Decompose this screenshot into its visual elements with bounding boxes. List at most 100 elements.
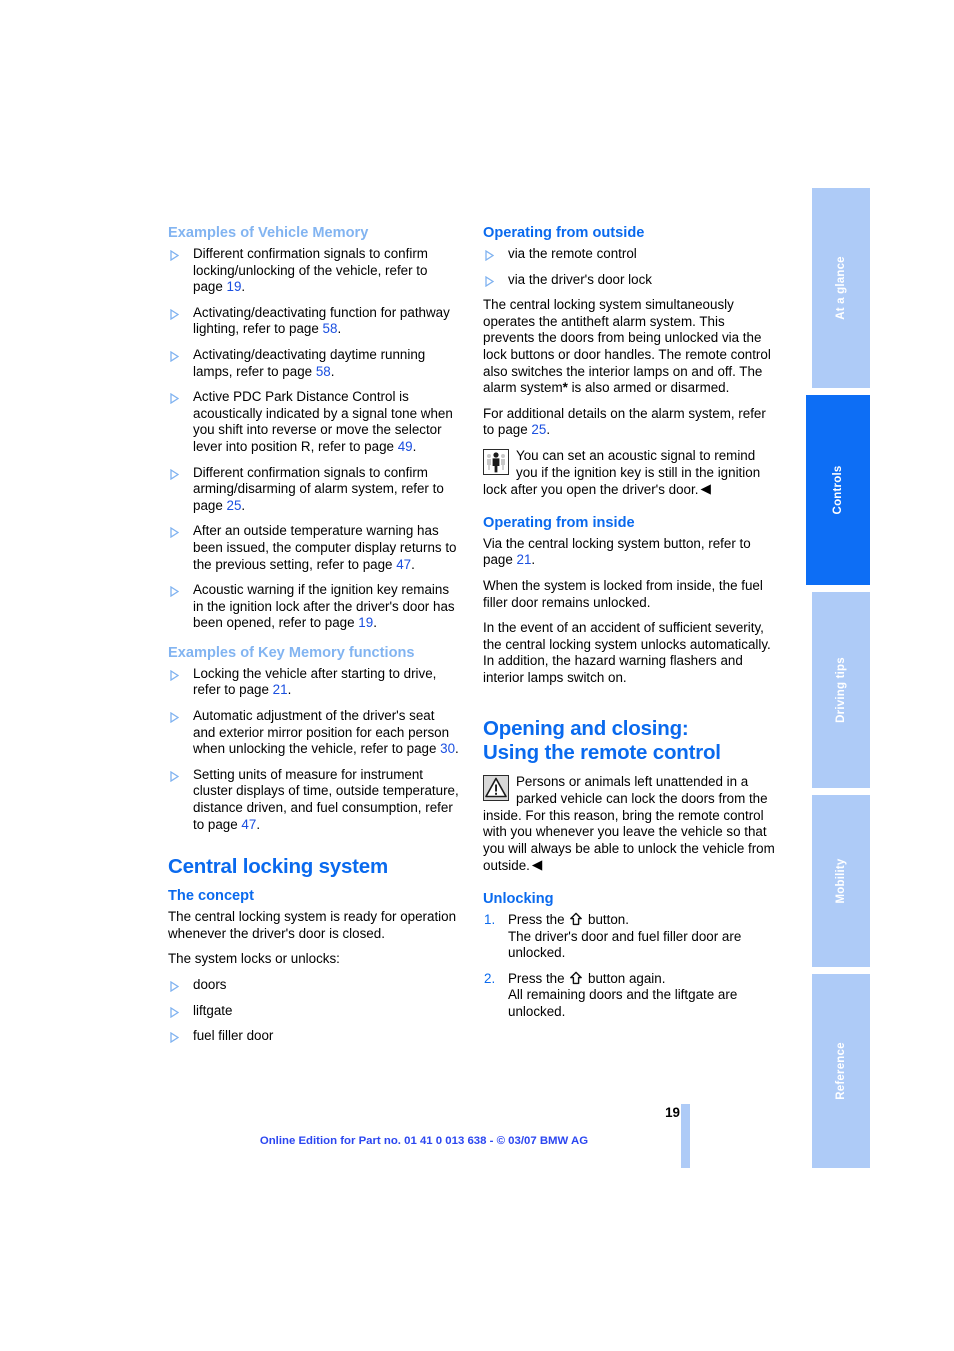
heading-operating-from-outside: Operating from outside bbox=[483, 225, 645, 241]
paragraph-tail: . bbox=[531, 552, 536, 568]
list-item-text: via the driver's door lock bbox=[508, 271, 652, 287]
footer-edition-text: Online Edition for Part no. 01 41 0 013 … bbox=[259, 1135, 589, 1147]
page-reference[interactable]: 21 bbox=[273, 682, 288, 697]
bullet-triangle-icon bbox=[170, 350, 180, 363]
note-text: You can set an acoustic signal to remind… bbox=[483, 447, 761, 498]
unlock-arrow-icon bbox=[569, 912, 583, 926]
page-reference[interactable]: 21 bbox=[517, 552, 532, 567]
occupants-pictogram-icon bbox=[483, 448, 509, 475]
bullet-triangle-icon bbox=[170, 249, 180, 262]
warning-end-marker: ◀ bbox=[531, 857, 543, 873]
list-item-text: Automatic adjustment of the driver's sea… bbox=[193, 708, 450, 757]
heading-operating-from-inside: Operating from inside bbox=[483, 514, 635, 531]
tab-mobility-label: Mobility bbox=[835, 858, 847, 904]
page-reference[interactable]: 30 bbox=[440, 741, 455, 756]
list-item: Automatic adjustment of the driver's sea… bbox=[168, 708, 460, 758]
list-item-text-tail: . bbox=[287, 682, 292, 698]
operating-inside-paragraph-2: When the system is locked from inside, t… bbox=[483, 577, 763, 610]
page-reference[interactable]: 19 bbox=[358, 615, 373, 630]
list-item-text-tail: . bbox=[337, 321, 342, 337]
tab-driving-tips[interactable]: Driving tips bbox=[812, 592, 870, 788]
list-item: After an outside temperature warning has… bbox=[168, 523, 460, 573]
list-item: via the driver's door lock bbox=[483, 272, 775, 289]
unlocking-steps: 1. Press the button. The driver's door an… bbox=[483, 912, 775, 1021]
list-item-text-tail: . bbox=[411, 556, 415, 572]
list-item-text-tail: . bbox=[412, 438, 417, 454]
step-text-after: button. bbox=[584, 912, 629, 928]
concept-paragraph-1: The central locking system is ready for … bbox=[168, 909, 457, 941]
heading-the-concept: The concept bbox=[168, 888, 254, 905]
list-item-text: Acoustic warning if the ignition key rem… bbox=[193, 582, 455, 631]
unlock-arrow-icon bbox=[569, 971, 583, 985]
vehicle-memory-list: Different confirmation signals to confir… bbox=[168, 246, 460, 632]
footer-accent-bar bbox=[681, 1104, 690, 1168]
list-item: via the remote control bbox=[483, 246, 775, 263]
step-text-before: Press the bbox=[508, 970, 569, 986]
list-item: Setting units of measure for instrument … bbox=[168, 767, 460, 833]
page-reference[interactable]: 47 bbox=[396, 557, 411, 572]
page-reference[interactable]: 25 bbox=[531, 422, 546, 437]
bullet-triangle-icon bbox=[485, 249, 495, 262]
list-item: Different confirmation signals to confir… bbox=[168, 465, 460, 515]
step-number: 1. bbox=[484, 912, 496, 928]
list-item-text: Activating/deactivating daytime running … bbox=[193, 346, 426, 379]
page-reference[interactable]: 49 bbox=[398, 439, 413, 454]
warning-text: Persons or animals left unattended in a … bbox=[483, 774, 775, 874]
list-item: liftgate bbox=[168, 1003, 460, 1020]
operating-inside-paragraph-3: In the event of an accident of sufficien… bbox=[483, 620, 771, 685]
list-item-text-tail: . bbox=[241, 279, 246, 295]
title-line-2: Using the remote control bbox=[483, 741, 721, 765]
paragraph-tail: . bbox=[546, 422, 551, 438]
tab-mobility[interactable]: Mobility bbox=[812, 795, 870, 967]
page-reference[interactable]: 19 bbox=[227, 279, 242, 294]
list-item: Activating/deactivating daytime running … bbox=[168, 347, 460, 380]
tab-reference-label: Reference bbox=[835, 1042, 847, 1100]
page-reference[interactable]: 58 bbox=[316, 364, 331, 379]
list-item: Different confirmation signals to confir… bbox=[168, 246, 460, 296]
tab-controls[interactable]: Controls bbox=[806, 395, 870, 585]
warning-triangle-icon bbox=[483, 775, 509, 802]
step-detail: The driver's door and fuel filler door a… bbox=[508, 928, 742, 961]
tab-controls-label: Controls bbox=[832, 465, 844, 515]
page-reference[interactable]: 25 bbox=[227, 498, 242, 513]
right-text-column: Operating from outside via the remote co… bbox=[483, 225, 775, 1021]
list-item-text: Locking the vehicle after starting to dr… bbox=[193, 665, 437, 698]
page-title-central-locking: Central locking system bbox=[168, 855, 389, 879]
tab-driving-tips-label: Driving tips bbox=[835, 657, 847, 723]
section-tab-strip: At a glance Controls Driving tips Mobili… bbox=[806, 188, 870, 1168]
tab-reference[interactable]: Reference bbox=[812, 974, 870, 1168]
list-item-text: via the remote control bbox=[508, 246, 637, 261]
list-item-text: doors bbox=[193, 977, 227, 992]
list-item: Active PDC Park Distance Control is acou… bbox=[168, 389, 460, 455]
operating-outside-list: via the remote control via the driver's … bbox=[483, 246, 775, 288]
page-title-opening-closing: Opening and closing: Using the remote con… bbox=[483, 717, 775, 765]
list-item-text: Setting units of measure for instrument … bbox=[193, 766, 459, 832]
page-reference[interactable]: 58 bbox=[323, 321, 338, 336]
page-reference[interactable]: 47 bbox=[241, 817, 256, 832]
bullet-triangle-icon bbox=[170, 468, 180, 480]
tab-at-a-glance[interactable]: At a glance bbox=[812, 188, 870, 388]
list-item: Activating/deactivating function for pat… bbox=[168, 305, 460, 338]
heading-examples-key-memory: Examples of Key Memory functions bbox=[168, 644, 415, 661]
list-item: doors bbox=[168, 977, 460, 994]
list-item-text-tail: . bbox=[373, 615, 377, 631]
list-item-text-tail: . bbox=[455, 741, 459, 757]
concept-paragraph-2: The system locks or unlocks: bbox=[168, 951, 340, 967]
note-occupant-reminder: You can set an acoustic signal to remind… bbox=[483, 448, 775, 499]
paragraph-tail: is also armed or disarmed. bbox=[567, 380, 730, 396]
warning-unattended-occupants: Persons or animals left unattended in a … bbox=[483, 774, 775, 875]
bullet-triangle-icon bbox=[170, 980, 180, 993]
page-number: 19 bbox=[665, 1105, 680, 1120]
bullet-triangle-icon bbox=[170, 669, 180, 682]
title-line-1: Opening and closing: bbox=[483, 717, 689, 741]
operating-outside-paragraph-2: For additional details on the alarm syst… bbox=[483, 406, 775, 439]
heading-examples-vehicle-memory: Examples of Vehicle Memory bbox=[168, 225, 369, 241]
step-text-before: Press the bbox=[508, 912, 569, 928]
step-detail: All remaining doors and the liftgate are… bbox=[508, 987, 738, 1019]
operating-outside-paragraph-1: The central locking system simultaneousl… bbox=[483, 297, 775, 397]
bullet-triangle-icon bbox=[170, 392, 180, 405]
